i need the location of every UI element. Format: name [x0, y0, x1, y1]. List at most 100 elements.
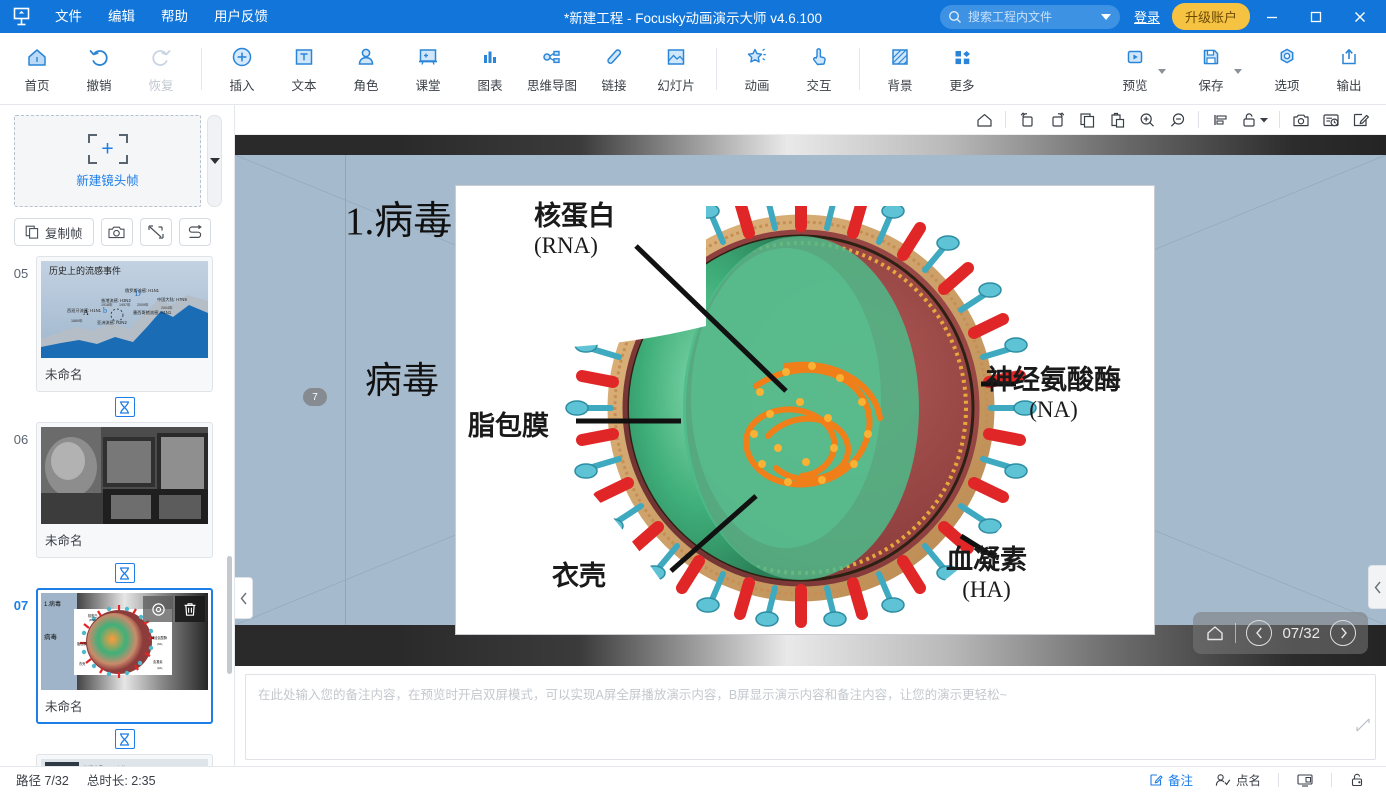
expand-right-panel-button[interactable]: [1368, 565, 1386, 609]
toolbar-background[interactable]: 背景: [869, 37, 931, 101]
upgrade-account-button[interactable]: 升级账户: [1171, 3, 1250, 30]
duplicate-frame-button[interactable]: 复制帧: [14, 218, 94, 246]
nav-home-button[interactable]: [1205, 624, 1225, 642]
main-toolbar: 首页 撤销 恢复 插入 文本 角色 课堂 图表 思维导图 链接 幻灯片 动画 交…: [0, 33, 1386, 105]
menu-file[interactable]: 文件: [42, 2, 95, 32]
slide-caption[interactable]: 未命名: [41, 524, 208, 553]
virus-diagram-image[interactable]: 核蛋白 (RNA) 神经氨酸酶 (NA) 脂包膜 衣壳 血凝素 (HA): [455, 185, 1155, 635]
editing-canvas[interactable]: 1.病毒 病毒 7 核蛋白 (RNA) 神经氨酸酶 (NA) 脂包膜 衣壳 血凝…: [235, 135, 1386, 666]
lock-toggle-button[interactable]: [1338, 769, 1376, 791]
lock-button[interactable]: [1235, 107, 1273, 133]
slide-subtitle-text[interactable]: 病毒: [365, 350, 439, 404]
frame-connector[interactable]: [36, 724, 213, 754]
edit-note-button[interactable]: [1346, 107, 1376, 133]
slide-title-text[interactable]: 1.病毒: [345, 190, 452, 246]
minimize-button[interactable]: [1250, 0, 1294, 33]
toolbar-classroom[interactable]: 课堂: [397, 37, 459, 101]
frame-time-button[interactable]: [1316, 107, 1346, 133]
close-button[interactable]: [1338, 0, 1382, 33]
snapshot-button[interactable]: [1286, 107, 1316, 133]
slide-number: 06: [13, 432, 29, 447]
menu-help[interactable]: 帮助: [148, 2, 201, 32]
frame-marker-badge[interactable]: 7: [303, 388, 327, 406]
toolbar-link[interactable]: 链接: [583, 37, 645, 101]
search-dropdown-caret-icon[interactable]: [1100, 13, 1111, 20]
toolbar-text[interactable]: 文本: [273, 37, 335, 101]
toolbar-divider-3: [1279, 111, 1280, 128]
delete-frame-button[interactable]: [175, 596, 205, 622]
status-rollcall-button[interactable]: 点名: [1204, 769, 1272, 791]
svg-text:(NA): (NA): [157, 642, 162, 646]
svg-text:b: b: [103, 306, 107, 315]
toolbar-undo[interactable]: 撤销: [68, 37, 130, 101]
toolbar-slide[interactable]: 幻灯片: [645, 37, 707, 101]
status-notes-button[interactable]: 备注: [1138, 769, 1204, 791]
toolbar-save[interactable]: 保存: [1180, 37, 1242, 101]
maximize-button[interactable]: [1294, 0, 1338, 33]
fit-frame-button[interactable]: [139, 218, 172, 246]
timer-connector-icon[interactable]: [114, 563, 135, 583]
slide-entry[interactable]: 05 历史上的流感事件 俄罗斯流感: H1N1 香港流感: H3N2 中国大陆:…: [0, 256, 234, 392]
search-input[interactable]: 搜索工程内文件: [939, 4, 1120, 29]
new-frame-button[interactable]: + 新建镜头帧: [14, 115, 201, 207]
rotate-right-button[interactable]: [1042, 107, 1072, 133]
save-caret-icon[interactable]: [1234, 68, 1242, 74]
slide-card-06[interactable]: 未命名: [36, 422, 213, 558]
reorder-path-button[interactable]: [178, 218, 211, 246]
slide-icon: [664, 44, 688, 70]
notes-input[interactable]: 在此处输入您的备注内容，在预览时开启双屏模式，可以实现A屏全屏播放演示内容，B屏…: [245, 674, 1376, 760]
slide-entry-selected[interactable]: 07 1.病毒 病毒 核蛋白 (RNA) 脂包膜 衣壳 神经氨酸酶 (NA) 血…: [0, 588, 234, 724]
slide-card-07[interactable]: 1.病毒 病毒 核蛋白 (RNA) 脂包膜 衣壳 神经氨酸酶 (NA) 血凝素 …: [36, 588, 213, 724]
zoom-out-button[interactable]: [1162, 107, 1192, 133]
toolbar-redo[interactable]: 恢复: [130, 37, 192, 101]
slide-entry[interactable]: 06 未命名: [0, 422, 234, 558]
frame-connector[interactable]: [36, 392, 213, 422]
toolbar-options[interactable]: 选项: [1256, 37, 1318, 101]
toolbar-home-label: 首页: [24, 78, 50, 93]
toolbar-more[interactable]: 更多: [931, 37, 993, 101]
rotate-right-icon: [1051, 111, 1064, 127]
collapse-panel-button[interactable]: [235, 577, 253, 619]
timer-connector-icon[interactable]: [114, 729, 135, 749]
svg-text:历史上的流感事件: 历史上的流感事件: [49, 265, 121, 276]
paste-button[interactable]: [1102, 107, 1132, 133]
preview-caret-icon[interactable]: [1158, 68, 1166, 74]
menu-edit[interactable]: 编辑: [95, 2, 148, 32]
slide-entry[interactable]: 08 传播途径 0-01 疫苗 1/4: [0, 754, 234, 766]
login-link[interactable]: 登录: [1134, 7, 1160, 26]
save-disk-icon: [1199, 44, 1223, 70]
frames-scroll-down[interactable]: [207, 115, 222, 207]
align-button[interactable]: [1205, 107, 1235, 133]
slide-card-08[interactable]: 传播途径 0-01 疫苗 1/4: [36, 754, 213, 766]
toolbar-insert[interactable]: 插入: [211, 37, 273, 101]
toolbar-preview[interactable]: 预览: [1104, 37, 1166, 101]
menu-feedback[interactable]: 用户反馈: [201, 2, 281, 32]
frame-settings-button[interactable]: [143, 596, 173, 622]
chevron-right-icon: [1340, 627, 1347, 639]
notes-resize-grip[interactable]: [1356, 718, 1370, 732]
toolbar-mindmap[interactable]: 思维导图: [521, 37, 583, 101]
toolbar-chart[interactable]: 图表: [459, 37, 521, 101]
toolbar-home[interactable]: 首页: [6, 37, 68, 101]
zoom-in-button[interactable]: [1132, 107, 1162, 133]
frame-connector[interactable]: [36, 558, 213, 588]
toolbar-export[interactable]: 输出: [1318, 37, 1380, 101]
slide-thumbnails-list[interactable]: 05 历史上的流感事件 俄罗斯流感: H1N1 香港流感: H3N2 中国大陆:…: [0, 256, 234, 766]
toolbar-interaction[interactable]: 交互: [788, 37, 850, 101]
rotate-left-button[interactable]: [1012, 107, 1042, 133]
toolbar-animation[interactable]: 动画: [726, 37, 788, 101]
frames-scrollbar[interactable]: [227, 556, 232, 674]
slide-caption[interactable]: 未命名: [41, 690, 208, 719]
toolbar-character[interactable]: 角色: [335, 37, 397, 101]
copy-button[interactable]: [1072, 107, 1102, 133]
capture-frame-button[interactable]: [100, 218, 133, 246]
presenter-screen-button[interactable]: [1285, 769, 1325, 791]
presenter-screen-icon: [1297, 773, 1313, 787]
nav-next-button[interactable]: [1330, 620, 1356, 646]
nav-prev-button[interactable]: [1246, 620, 1273, 646]
toolbar-save-label: 保存: [1198, 78, 1224, 93]
timer-connector-icon[interactable]: [114, 397, 135, 417]
slide-caption[interactable]: 未命名: [41, 358, 208, 387]
slide-card-05[interactable]: 历史上的流感事件 俄罗斯流感: H1N1 香港流感: H3N2 中国大陆: H7…: [36, 256, 213, 392]
canvas-home-button[interactable]: [969, 107, 999, 133]
